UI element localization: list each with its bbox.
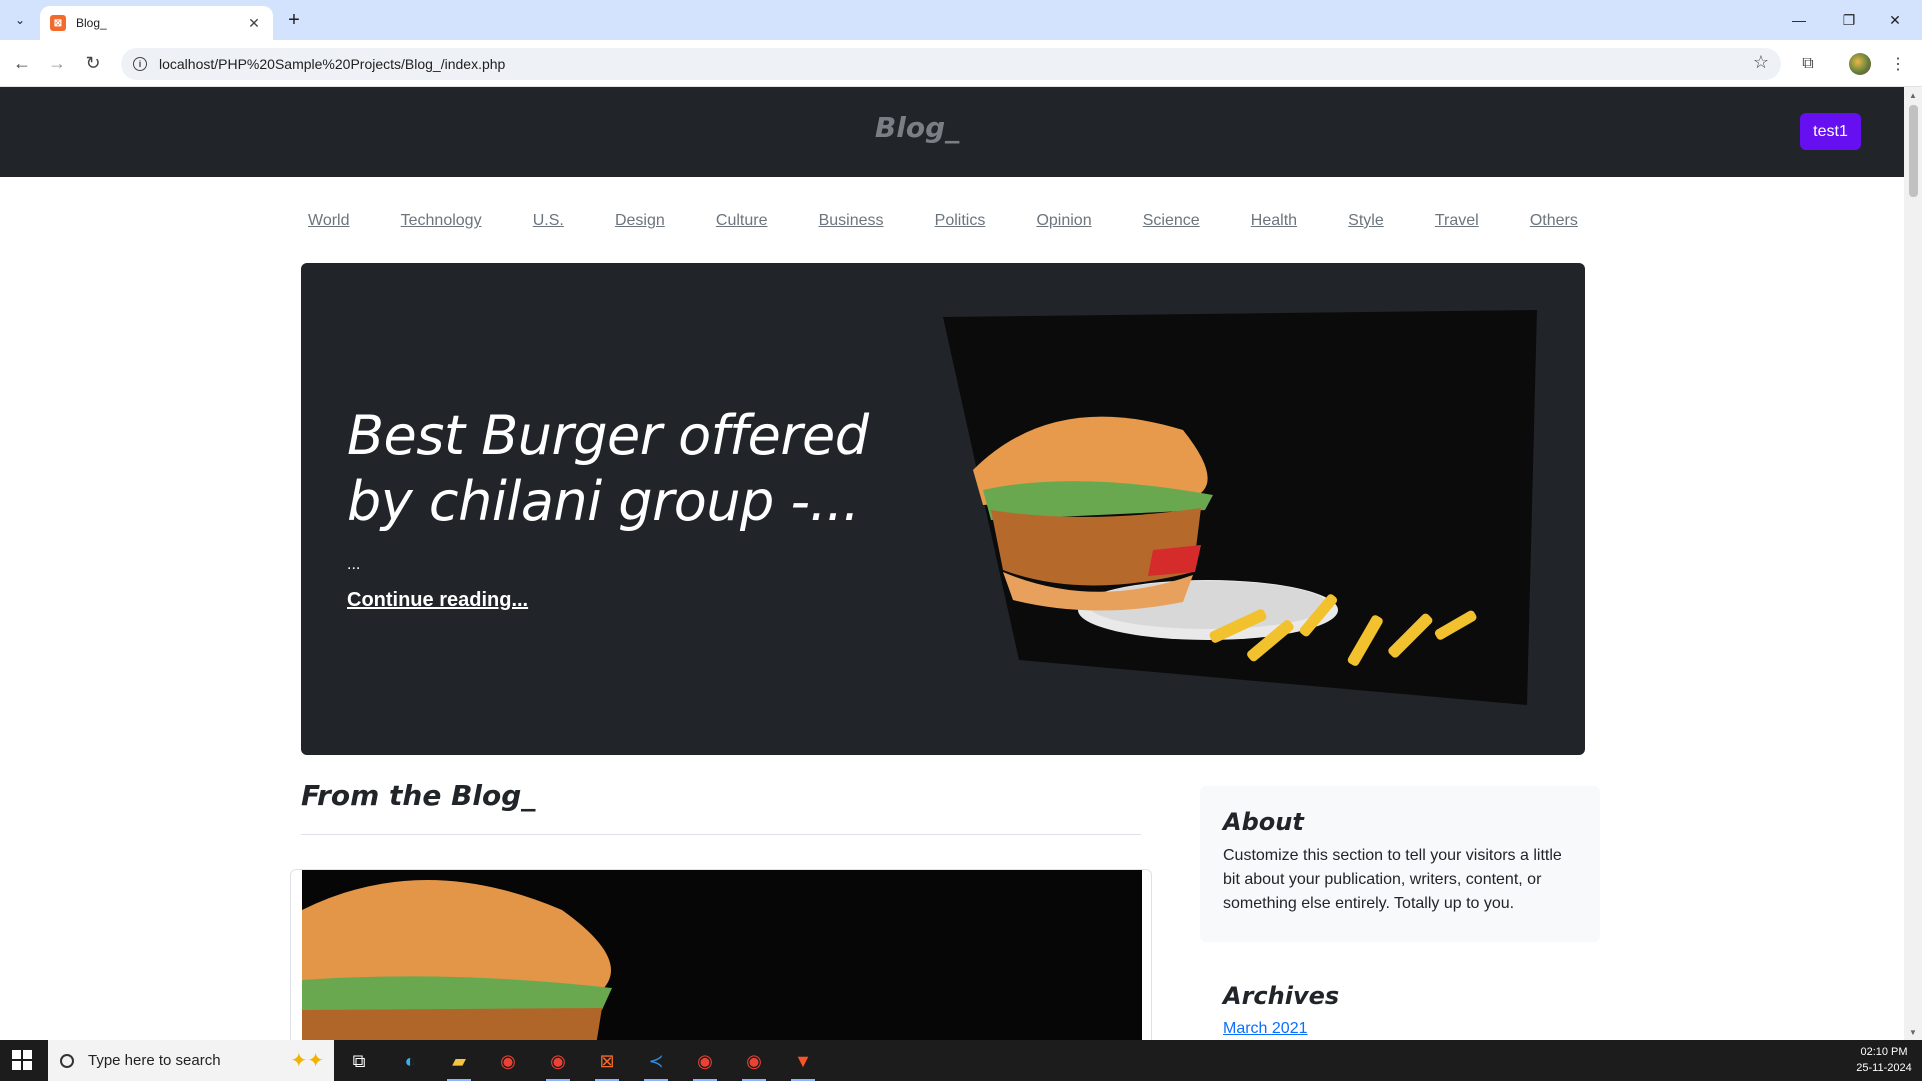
nav-item-opinion[interactable]: Opinion <box>1036 212 1091 242</box>
xampp-icon: ⊠ <box>50 15 66 31</box>
xampp-icon[interactable]: ⊠ <box>592 1046 622 1081</box>
window-close-icon[interactable]: ✕ <box>1872 0 1918 40</box>
browser-toolbar: ← → ↻ i localhost/PHP%20Sample%20Project… <box>0 40 1922 87</box>
restore-icon[interactable]: ❐ <box>1826 0 1872 40</box>
scroll-up-arrow-icon[interactable]: ▲ <box>1904 87 1922 103</box>
search-highlight-icon: ✦✦ <box>290 1050 324 1072</box>
tab-search-chevron-icon[interactable]: ⌄ <box>8 8 32 32</box>
bookmark-star-icon[interactable]: ☆ <box>1753 52 1769 73</box>
profile-avatar[interactable] <box>1848 52 1872 76</box>
site-header: Blog_ test1 <box>0 87 1904 177</box>
hero-burger-image <box>943 310 1537 705</box>
kebab-menu-icon[interactable]: ⋮ <box>1886 52 1910 76</box>
scroll-down-arrow-icon[interactable]: ▼ <box>1904 1024 1922 1040</box>
clock-time: 02:10 PM <box>1860 1046 1908 1058</box>
taskbar-search[interactable]: Type here to search ✦✦ <box>48 1040 334 1081</box>
tab-title: Blog_ <box>76 16 107 30</box>
close-icon[interactable]: ✕ <box>245 15 263 32</box>
browser-tabbar: ⌄ ⊠ Blog_ ✕ + — ❐ ✕ <box>0 0 1922 40</box>
address-bar[interactable]: i localhost/PHP%20Sample%20Projects/Blog… <box>121 48 1781 80</box>
reload-icon[interactable]: ↻ <box>80 50 106 76</box>
post-burger-image <box>302 870 1142 1040</box>
windows-start-icon[interactable] <box>12 1050 32 1070</box>
browser-tab[interactable]: ⊠ Blog_ ✕ <box>40 6 273 40</box>
forward-arrow-icon[interactable]: → <box>44 50 70 76</box>
brave-icon[interactable]: ▼ <box>788 1046 818 1081</box>
continue-reading-link[interactable]: Continue reading... <box>347 589 528 612</box>
about-title: About <box>1223 808 1304 836</box>
nav-item-culture[interactable]: Culture <box>716 212 768 242</box>
clock-date: 25-11-2024 <box>1856 1062 1912 1074</box>
url-text[interactable]: localhost/PHP%20Sample%20Projects/Blog_/… <box>159 56 505 72</box>
chrome-icon[interactable]: ◉ <box>493 1046 523 1076</box>
archive-link-march-2021[interactable]: March 2021 <box>1223 1020 1308 1038</box>
nav-item-health[interactable]: Health <box>1251 212 1297 242</box>
nav-item-business[interactable]: Business <box>819 212 884 242</box>
nav-item-science[interactable]: Science <box>1143 212 1200 242</box>
extensions-puzzle-icon[interactable]: ⧉ <box>1796 52 1820 76</box>
blog-section-heading: From the Blog_ <box>301 779 536 812</box>
nav-item-us[interactable]: U.S. <box>533 212 564 242</box>
nav-item-travel[interactable]: Travel <box>1435 212 1479 242</box>
file-explorer-icon[interactable]: ▰ <box>444 1046 474 1081</box>
chrome-app-2-icon[interactable]: ◉ <box>739 1046 769 1081</box>
divider <box>301 834 1141 835</box>
nav-item-style[interactable]: Style <box>1348 212 1384 242</box>
hero-title: Best Burger offered by chilani group -..… <box>347 404 869 533</box>
user-button[interactable]: test1 <box>1800 113 1861 150</box>
about-text: Customize this section to tell your visi… <box>1223 847 1562 912</box>
search-icon <box>60 1053 74 1068</box>
minimize-icon[interactable]: — <box>1776 0 1822 40</box>
about-box: About Customize this section to tell you… <box>1200 786 1600 942</box>
nav-item-technology[interactable]: Technology <box>401 212 482 242</box>
task-view-icon[interactable]: ⧉ <box>344 1046 374 1076</box>
taskbar-clock[interactable]: 02:10 PM 25-11-2024 <box>1850 1044 1918 1076</box>
nav-item-world[interactable]: World <box>308 212 350 242</box>
new-tab-button[interactable]: + <box>282 8 306 32</box>
page-scrollbar[interactable]: ▲ ▼ <box>1904 87 1922 1040</box>
chrome-profile-icon[interactable]: ◉ <box>543 1046 573 1081</box>
site-info-icon[interactable]: i <box>133 57 147 71</box>
page-viewport: Blog_ test1 World Technology U.S. Design… <box>0 87 1904 1040</box>
avatar <box>1849 53 1871 75</box>
hero-excerpt: ... <box>347 556 361 573</box>
archives-title: Archives <box>1223 982 1340 1010</box>
site-brand[interactable]: Blog_ <box>0 111 1834 144</box>
blog-post-card[interactable] <box>290 869 1152 1040</box>
scrollbar-thumb[interactable] <box>1909 105 1918 197</box>
windows-taskbar: Type here to search ✦✦ ⧉ ◐ ▰ ◉ ◉ ⊠ ≺ ◉ ◉… <box>0 1040 1922 1081</box>
category-nav: World Technology U.S. Design Culture Bus… <box>300 212 1586 242</box>
edge-icon[interactable]: ◐ <box>395 1046 425 1076</box>
vscode-icon[interactable]: ≺ <box>641 1046 671 1081</box>
nav-item-others[interactable]: Others <box>1530 212 1578 242</box>
chrome-app-icon[interactable]: ◉ <box>690 1046 720 1081</box>
search-placeholder: Type here to search <box>88 1052 221 1069</box>
back-arrow-icon[interactable]: ← <box>9 50 35 76</box>
nav-item-design[interactable]: Design <box>615 212 665 242</box>
hero-banner: Best Burger offered by chilani group -..… <box>301 263 1585 755</box>
nav-item-politics[interactable]: Politics <box>935 212 986 242</box>
